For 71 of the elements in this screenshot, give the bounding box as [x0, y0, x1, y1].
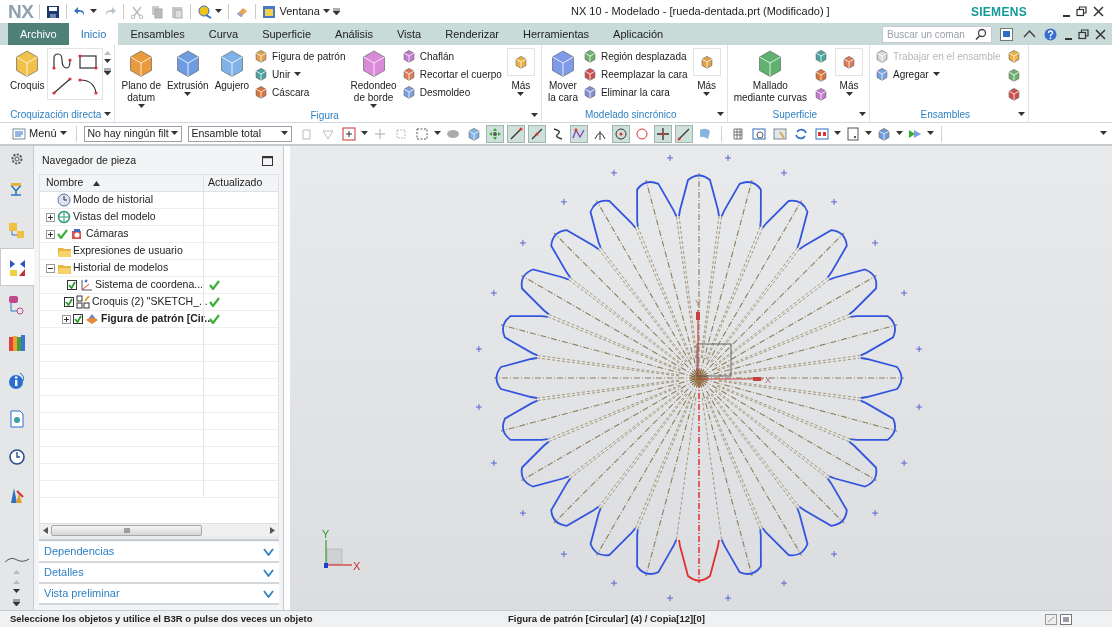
- ribbon-button[interactable]: Agujero: [211, 45, 253, 92]
- ribbon-tab[interactable]: Análisis: [323, 23, 385, 45]
- axis-label: Y: [322, 528, 330, 540]
- node-label: Historial de modelos: [73, 260, 169, 276]
- search-field[interactable]: Buscar un coman: [882, 25, 992, 43]
- ribbon-tab[interactable]: Herramientas: [511, 23, 602, 45]
- ribbon-tab[interactable]: Aplicación: [601, 23, 676, 45]
- tree-row[interactable]: Figura de patrón [Cir...: [40, 311, 278, 328]
- ribbon-button[interactable]: Mover la cara: [544, 45, 581, 104]
- group-label: Superficie: [771, 108, 819, 122]
- ribbon-button[interactable]: Unir: [254, 66, 346, 82]
- ribbon-button[interactable]: Agregar: [875, 66, 1001, 82]
- file-tab[interactable]: Archivo: [8, 23, 69, 45]
- axis-label: Y: [695, 298, 701, 308]
- more-button[interactable]: Más: [689, 45, 724, 97]
- ribbon-tab[interactable]: Curva: [196, 23, 251, 45]
- ribbon-button[interactable]: Chaflán: [401, 48, 502, 64]
- column-header[interactable]: Actualizado: [203, 175, 278, 191]
- collapsible-panel[interactable]: Detalles: [39, 563, 279, 584]
- node-label: Sistema de coordena...: [95, 277, 203, 293]
- window-title: NX 10 - Modelado - [rueda-dentada.prt (Modificado) ]: [570, 4, 831, 20]
- tree-row[interactable]: Cámaras: [40, 226, 278, 243]
- collapsible-panel[interactable]: Vista preliminar: [39, 584, 279, 605]
- axis-label: X: [353, 560, 361, 572]
- tree-row[interactable]: Historial de modelos: [40, 260, 278, 277]
- ribbon-button[interactable]: Mallado mediante curvas: [730, 45, 811, 104]
- ribbon-button[interactable]: Cáscara: [254, 84, 346, 100]
- ribbon-tab[interactable]: Inicio: [68, 23, 119, 45]
- collapsible-panel[interactable]: Dependencias: [39, 542, 279, 563]
- node-label: Expresiones de usuario: [73, 243, 183, 259]
- ribbon-button[interactable]: Redondeo de borde: [347, 45, 400, 109]
- ribbon-button[interactable]: Eliminar la cara: [582, 84, 688, 100]
- tree-row[interactable]: Modo de historial: [40, 192, 278, 209]
- filter-dropdown[interactable]: Ensamble total: [187, 125, 292, 142]
- node-label: Figura de patrón [Cir...: [101, 311, 213, 327]
- more-button[interactable]: Más: [832, 45, 867, 97]
- ribbon-button[interactable]: Recortar el cuerpo: [401, 66, 502, 82]
- filter-dropdown[interactable]: No hay ningún filt: [83, 125, 182, 142]
- tree-row[interactable]: Sistema de coordena...: [40, 277, 278, 294]
- more-button[interactable]: Más: [503, 45, 538, 97]
- node-label: Cámaras: [86, 226, 129, 242]
- ribbon-button[interactable]: Figura de patrón: [254, 48, 346, 64]
- window-menu[interactable]: Ventana: [262, 3, 340, 20]
- axis-label: X: [765, 375, 771, 385]
- app-logo: NX: [8, 2, 34, 21]
- tree-row[interactable]: Croquis (2) "SKETCH_...: [40, 294, 278, 311]
- ribbon-tab[interactable]: Vista: [384, 23, 434, 45]
- status-prompt: Seleccione los objetos y utilice el B3R o pulse dos veces un objeto: [9, 611, 314, 626]
- ribbon-button[interactable]: Croquis: [7, 45, 48, 92]
- node-label: Modo de historial: [73, 192, 153, 208]
- group-label: Ensambles: [919, 108, 971, 122]
- node-label: Croquis (2) "SKETCH_...: [92, 294, 208, 310]
- ribbon-button[interactable]: Región desplazada: [582, 48, 688, 64]
- ribbon-button[interactable]: Reemplazar la cara: [582, 66, 688, 82]
- ribbon-button[interactable]: Extrusión: [163, 45, 212, 97]
- status-message: Figura de patrón [Circular] (4) / Copia[12][0]: [508, 611, 705, 626]
- tree-row[interactable]: Vistas del modelo: [40, 209, 278, 226]
- tree-row[interactable]: Expresiones de usuario: [40, 243, 278, 260]
- ribbon-button[interactable]: Plano de datum: [118, 45, 164, 109]
- ribbon-tab[interactable]: Renderizar: [433, 23, 512, 45]
- ribbon-tab[interactable]: Superficie: [250, 23, 324, 45]
- brand-logo: SIEMENS: [970, 3, 1027, 21]
- panel-title: Navegador de pieza: [42, 153, 136, 169]
- group-label: Modelado sincrónico: [583, 108, 678, 122]
- node-label: Vistas del modelo: [73, 209, 156, 225]
- column-header[interactable]: Nombre: [40, 175, 203, 191]
- group-label: Figura: [309, 109, 340, 123]
- ribbon-button[interactable]: Desmoldeo: [401, 84, 502, 100]
- group-label: Croquización directa: [9, 108, 103, 122]
- ribbon-tab[interactable]: Ensambles: [118, 23, 197, 45]
- menu-button[interactable]: Menú: [12, 125, 67, 142]
